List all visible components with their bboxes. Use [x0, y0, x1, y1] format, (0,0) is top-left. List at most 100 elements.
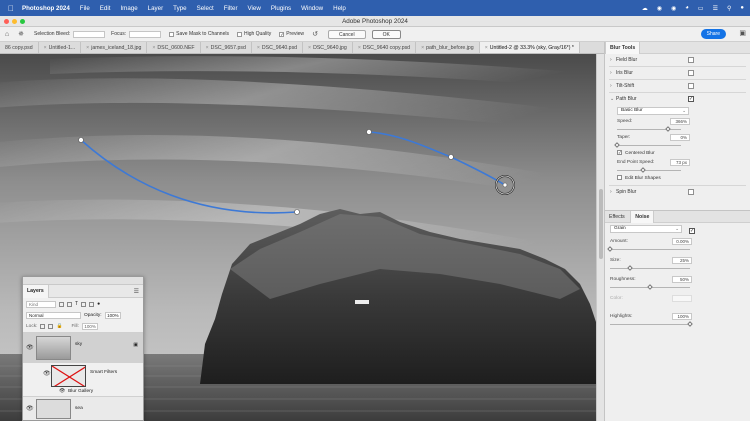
amount-slider[interactable] [607, 246, 690, 254]
type-filter-icon[interactable]: T [75, 301, 78, 307]
menu-select[interactable]: Select [197, 5, 214, 12]
slider-knob[interactable] [607, 246, 613, 252]
slider-knob[interactable] [639, 167, 646, 173]
layer-row-bottom[interactable]: 👁 sea [23, 396, 143, 420]
slider-knob[interactable] [647, 284, 653, 290]
amount-value[interactable]: 0.00% [672, 238, 692, 245]
apple-icon[interactable]:  [0, 4, 22, 13]
pixel-filter-icon[interactable] [59, 301, 64, 307]
spin-blur-row[interactable]: › Spin Blur [605, 186, 750, 198]
spotlight-icon[interactable]: ⚲ [727, 5, 731, 12]
adjustment-filter-icon[interactable] [67, 301, 72, 307]
centered-blur-row[interactable]: ✓ Centered Blur [605, 149, 750, 158]
doc-tab[interactable]: × james_iceland_18.jpg [81, 42, 148, 53]
menu-type[interactable]: Type [173, 5, 186, 12]
high-quality-checkbox[interactable] [236, 31, 242, 37]
path-blur-checkbox[interactable]: ✓ [688, 96, 694, 102]
layer-row-sky[interactable]: 👁 sky ▣ [23, 332, 143, 363]
share-button[interactable]: Share [700, 29, 726, 39]
doc-tab[interactable]: × Untitled-1... [39, 42, 82, 53]
opacity-value[interactable]: 100% [104, 312, 121, 319]
eye-icon[interactable]: 👁 [26, 344, 34, 351]
spin-blur-checkbox[interactable] [688, 189, 694, 195]
tilt-shift-checkbox[interactable] [688, 83, 694, 89]
home-icon[interactable]: ⌂ [0, 31, 14, 38]
cancel-button[interactable]: Cancel [328, 29, 366, 39]
kind-filter-select[interactable]: Kind [26, 300, 56, 308]
field-blur-row[interactable]: › Field Blur [605, 54, 750, 66]
doc-tab[interactable]: × DSC_9640.psd [252, 42, 304, 53]
taper-slider[interactable] [614, 142, 681, 149]
slider-knob[interactable] [665, 126, 672, 132]
app-menu[interactable]: Photoshop 2024 [22, 5, 70, 12]
layer-name[interactable]: sky [75, 342, 82, 347]
menu-image[interactable]: Image [120, 5, 137, 12]
slider-knob[interactable] [627, 265, 633, 271]
highlights-value[interactable]: 100% [672, 313, 692, 320]
selection-bleed-field[interactable] [73, 30, 106, 38]
noise-type-select[interactable]: Grain ⌄ [610, 225, 682, 233]
noise-enabled-checkbox[interactable]: ✓ [689, 228, 695, 234]
tab-noise[interactable]: Noise [630, 211, 655, 223]
taper-value[interactable]: 0% [670, 134, 690, 141]
eye-icon[interactable]: 👁 [26, 405, 34, 412]
scrollbar-thumb[interactable] [599, 189, 603, 259]
iris-blur-row[interactable]: › Iris Blur [605, 67, 750, 79]
menu-view[interactable]: View [248, 5, 261, 12]
doc-tab[interactable]: × DSC_9640 copy.psd [353, 42, 417, 53]
blend-mode-select[interactable]: Normal [26, 312, 81, 319]
close-tab-icon[interactable]: × [257, 45, 260, 51]
menu-help[interactable]: Help [333, 5, 346, 12]
siri-icon[interactable]: ● [740, 5, 744, 11]
edit-blur-shapes-checkbox[interactable] [617, 175, 622, 181]
path-blur-row[interactable]: ⌄ Path Blur ✓ [605, 93, 750, 105]
close-tab-icon[interactable]: × [86, 45, 89, 51]
lock-position-icon[interactable] [48, 324, 54, 329]
menu-window[interactable]: Window [301, 5, 323, 12]
close-tab-icon[interactable]: × [206, 45, 209, 51]
smart-object-filter-icon[interactable] [89, 301, 95, 307]
close-tab-icon[interactable]: × [152, 45, 155, 51]
save-mask-checkbox[interactable] [169, 31, 175, 37]
control-center-icon[interactable]: ☰ [713, 5, 718, 12]
tab-blur-tools[interactable]: Blur Tools [605, 42, 641, 54]
highlights-slider[interactable] [610, 321, 693, 329]
eye-icon[interactable]: 👁 [59, 389, 65, 394]
doc-tab-active[interactable]: × Untitled-2 @ 33.3% (sky, Gray/16*) * [479, 42, 580, 53]
menu-layer[interactable]: Layer [148, 5, 163, 12]
reset-icon[interactable]: ↺ [308, 30, 322, 38]
preview-checkbox[interactable]: ✓ [279, 31, 285, 37]
lock-pixels-icon[interactable] [40, 324, 46, 329]
battery-icon[interactable]: ▭ [698, 5, 704, 12]
doc-tab[interactable]: × DSC_0600.NEF [147, 42, 201, 53]
doc-tab[interactable]: × DSC_9640.jpg [303, 42, 353, 53]
menu-file[interactable]: File [80, 5, 90, 12]
path-blur-mode-select[interactable]: Basic Blur ⌄ [617, 107, 689, 115]
shield-icon[interactable]: ◉ [657, 5, 662, 12]
centered-blur-checkbox[interactable]: ✓ [617, 150, 622, 156]
roughness-slider[interactable] [610, 284, 690, 292]
slider-knob[interactable] [614, 142, 620, 148]
size-slider[interactable] [610, 265, 690, 273]
panel-menu-icon[interactable]: ☰ [134, 288, 139, 295]
close-tab-icon[interactable]: × [421, 45, 424, 51]
eye-icon[interactable]: 👁 [43, 370, 51, 377]
blur-tool-icon[interactable]: ✵ [14, 30, 28, 38]
time-machine-icon[interactable]: ◕ [685, 5, 689, 11]
doc-tab[interactable]: 86 copy.psd [0, 42, 39, 53]
filter-mask-thumbnail[interactable] [51, 365, 86, 387]
speed-value[interactable]: 366% [670, 118, 690, 125]
menu-edit[interactable]: Edit [100, 5, 111, 12]
menu-plugins[interactable]: Plugins [271, 5, 291, 12]
tab-effects[interactable]: Effects [605, 211, 629, 223]
menu-filter[interactable]: Filter [224, 5, 238, 12]
layer-name[interactable]: sea [75, 406, 83, 411]
doc-tab[interactable]: × path_blur_before.jpg [416, 42, 480, 53]
roughness-value[interactable]: 50% [672, 276, 692, 283]
workspace-icon[interactable]: ▣ [739, 29, 746, 37]
speed-slider[interactable] [617, 126, 681, 133]
lock-all-icon[interactable]: 🔒 [56, 324, 62, 329]
filter-toggle-icon[interactable]: ● [97, 301, 100, 307]
tilt-shift-row[interactable]: › Tilt-Shift [605, 80, 750, 92]
slider-knob[interactable] [687, 321, 693, 327]
